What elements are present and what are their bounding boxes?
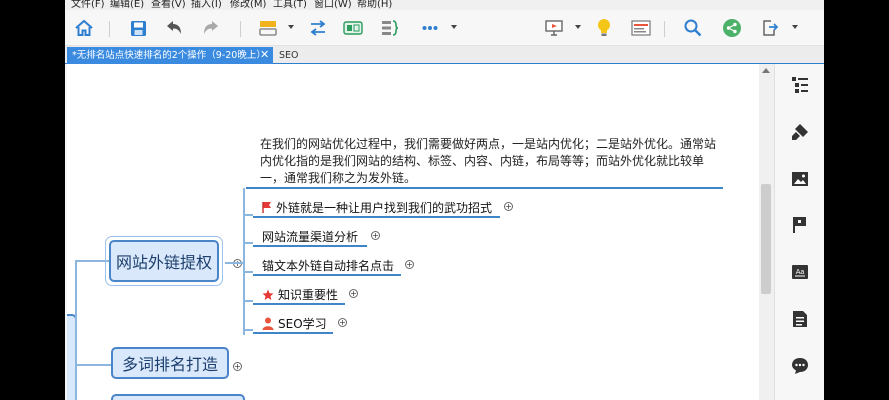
save-icon[interactable]	[127, 17, 149, 39]
flag-icon	[262, 201, 272, 214]
scroll-up-icon[interactable]	[762, 68, 770, 73]
tab-seo[interactable]: SEO	[279, 47, 299, 64]
toolbar	[65, 10, 824, 46]
format-brush-icon[interactable]	[789, 121, 811, 143]
main-topic-multiword-label: 多词排名打造	[121, 355, 218, 374]
undo-icon[interactable]	[163, 17, 185, 39]
main-topic-outlinks-label: 网站外链提权	[115, 253, 212, 272]
expand-toggle[interactable]: +	[405, 260, 414, 269]
svg-text:Aa: Aa	[796, 269, 805, 276]
redo-icon[interactable]	[200, 17, 222, 39]
star-icon	[262, 289, 274, 301]
tab-close-icon[interactable]: ✕	[260, 47, 269, 62]
notes-icon[interactable]	[789, 308, 811, 330]
outline-panel-icon[interactable]	[789, 74, 811, 96]
idea-icon[interactable]	[593, 17, 615, 39]
export-icon[interactable]	[759, 17, 781, 39]
note-underline	[246, 187, 723, 189]
relationship-icon[interactable]	[307, 17, 329, 39]
image-icon[interactable]	[789, 168, 811, 190]
vertical-scrollbar[interactable]	[759, 64, 774, 400]
summary-icon[interactable]	[379, 17, 401, 39]
subtopic-seo-learning[interactable]: SEO学习	[262, 315, 327, 332]
topic-note-text: 在我们的网站优化过程中，我们需要做好两点，一是站内优化；二是站外优化。通常站内优…	[260, 137, 717, 185]
menu-modify[interactable]: 修改(M)	[230, 0, 266, 10]
menu-edit[interactable]: 编辑(E)	[110, 0, 144, 10]
more-icon[interactable]	[419, 17, 441, 39]
expand-toggle[interactable]: +	[338, 318, 347, 327]
subtopic-knowledge[interactable]: 知识重要性	[262, 286, 338, 303]
main-topic-partial[interactable]	[111, 394, 245, 400]
mindmap-canvas[interactable]: 在我们的网站优化过程中，我们需要做好两点，一是站内优化；二是站外优化。通常站内优…	[67, 64, 774, 400]
text-format-icon[interactable]: Aa	[789, 261, 811, 283]
expand-toggle[interactable]: +	[233, 362, 242, 371]
presentation-icon[interactable]	[543, 17, 565, 39]
expand-toggle[interactable]: +	[371, 231, 380, 240]
menu-window[interactable]: 窗口(W)	[314, 0, 352, 10]
marker-flag-icon[interactable]	[789, 214, 811, 236]
tab-active-title: *无排名站点快速排名的2个操作（9-20晚上）	[72, 50, 266, 61]
comment-icon[interactable]	[789, 355, 811, 377]
search-icon[interactable]	[682, 17, 704, 39]
expand-toggle[interactable]: +	[504, 202, 513, 211]
subtopic-traffic-analysis[interactable]: 网站流量渠道分析	[262, 228, 358, 245]
menu-bar: 文件(F) 编辑(E) 查看(V) 插入(I) 修改(M) 工具(T) 窗口(W…	[65, 0, 824, 10]
menu-file[interactable]: 文件(F)	[71, 0, 105, 10]
collapse-toggle[interactable]: +	[233, 259, 242, 268]
expand-toggle[interactable]: +	[349, 289, 358, 298]
main-topic-outlinks[interactable]: 网站外链提权	[109, 240, 219, 282]
scrollbar-thumb[interactable]	[761, 184, 771, 294]
menu-insert[interactable]: 插入(I)	[191, 0, 222, 10]
person-icon	[262, 317, 274, 330]
tab-active-document[interactable]: *无排名站点快速排名的2个操作（9-20晚上）	[67, 47, 273, 64]
menu-view[interactable]: 查看(V)	[151, 0, 186, 10]
boundary-icon[interactable]	[342, 17, 364, 39]
subtopic-anchor-text[interactable]: 锚文本外链自动排名点击	[262, 257, 394, 274]
subtopic-outlink-definition[interactable]: 外链就是一种让用户找到我们的武功招式	[262, 199, 492, 216]
share-icon[interactable]	[721, 17, 743, 39]
tab-bar: *无排名站点快速排名的2个操作（9-20晚上） ✕ SEO	[65, 46, 824, 64]
menu-tools[interactable]: 工具(T)	[273, 0, 307, 10]
home-icon[interactable]	[73, 17, 95, 39]
main-topic-multiword[interactable]: 多词排名打造	[111, 347, 229, 379]
right-side-panel: Aa	[774, 64, 824, 400]
outline-icon[interactable]	[630, 17, 652, 39]
menu-help[interactable]: 帮助(H)	[357, 0, 392, 10]
topic-style-icon[interactable]	[257, 17, 279, 39]
app-window: 文件(F) 编辑(E) 查看(V) 插入(I) 修改(M) 工具(T) 窗口(W…	[65, 0, 824, 400]
